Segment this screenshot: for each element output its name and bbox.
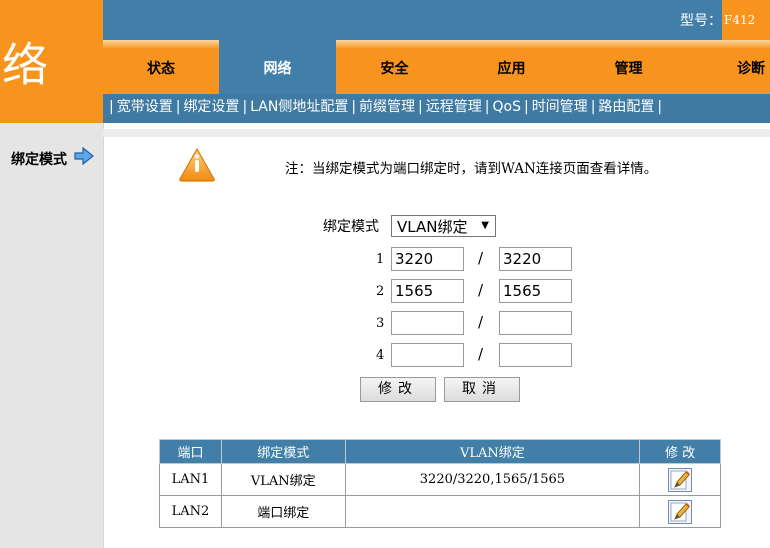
subnav-separator: | — [484, 99, 490, 115]
sidebar: 绑定模式 — [0, 123, 103, 548]
tab-network[interactable]: 网络 — [219, 40, 336, 94]
table-row: LAN2 端口绑定 — [159, 495, 721, 528]
sidebar-label: 绑定模式 — [11, 152, 67, 168]
column-header-vlan: VLAN绑定 — [344, 439, 641, 464]
warning-icon — [179, 148, 215, 182]
subnav-separator: | — [175, 99, 181, 115]
row-number: 2 — [376, 284, 385, 299]
subnav-item-remote[interactable]: 远程管理 — [426, 99, 482, 115]
subnav-item-qos[interactable]: QoS — [492, 99, 520, 115]
row-number: 1 — [376, 252, 385, 267]
cell-edit — [639, 495, 721, 528]
row-number: 3 — [376, 316, 385, 331]
subnav-separator: | — [109, 99, 114, 115]
vlan-separator: / — [478, 345, 484, 363]
vlan-separator: / — [478, 249, 484, 267]
vlan-input-1-right[interactable] — [499, 247, 572, 271]
cell-vlan: 3220/3220,1565/1565 — [344, 463, 641, 496]
vlan-input-3-right[interactable] — [499, 311, 572, 335]
subnav-separator: | — [590, 99, 596, 115]
binding-mode-label: 绑定模式 — [323, 219, 379, 235]
subnav-separator: | — [523, 99, 529, 115]
content-divider — [103, 129, 770, 137]
vlan-input-2-left[interactable] — [391, 279, 464, 303]
cell-port: LAN2 — [159, 495, 222, 528]
tab-diagnostics[interactable]: 诊断 — [687, 40, 770, 94]
subnav-item-lan-address[interactable]: LAN侧地址配置 — [250, 99, 348, 115]
vlan-separator: / — [478, 281, 484, 299]
subnav-separator: | — [418, 99, 423, 115]
cell-edit — [639, 463, 721, 496]
sub-nav: | 宽带设置 | 绑定设置 | LAN侧地址配置 | 前缀管理 | 远程管理 | QoS | 时间管理 | 路… — [103, 94, 770, 123]
tab-status[interactable]: 状态 — [103, 40, 219, 94]
subnav-item-binding[interactable]: 绑定设置 — [183, 99, 239, 115]
subnav-item-broadband[interactable]: 宽带设置 — [117, 99, 173, 115]
tab-security[interactable]: 安全 — [336, 40, 453, 94]
subnav-item-routing[interactable]: 路由配置 — [598, 99, 654, 115]
row-number: 4 — [376, 348, 385, 363]
vlan-input-1-left[interactable] — [391, 247, 464, 271]
vlan-input-4-right[interactable] — [499, 343, 572, 367]
edit-icon[interactable] — [668, 499, 693, 524]
top-bar: 型号： F412 — [103, 0, 770, 40]
table-row: LAN1 VLAN绑定 3220/3220,1565/1565 — [159, 463, 721, 496]
binding-mode-value: VLAN绑定 — [397, 218, 468, 236]
cell-mode: 端口绑定 — [220, 495, 346, 528]
cell-port: LAN1 — [159, 463, 222, 496]
subnav-separator: | — [242, 99, 248, 115]
model-value: F412 — [722, 0, 770, 40]
chevron-down-icon: ▼ — [481, 220, 489, 231]
binding-mode-select[interactable]: VLAN绑定 ▼ — [391, 215, 496, 237]
subnav-separator: | — [657, 99, 663, 115]
column-header-edit: 修 改 — [639, 439, 721, 464]
vlan-input-4-left[interactable] — [391, 343, 464, 367]
cancel-button[interactable]: 取消 — [444, 377, 520, 402]
subnav-separator: | — [351, 99, 357, 115]
binding-table: 端口 绑定模式 VLAN绑定 修 改 LAN1 VLAN绑定 3220/3220… — [159, 439, 721, 528]
logo-text: 络 — [2, 38, 48, 92]
table-header-row: 端口 绑定模式 VLAN绑定 修 改 — [159, 439, 721, 464]
tab-application[interactable]: 应用 — [453, 40, 570, 94]
main-nav: 状态 网络 安全 应用 管理 诊断 — [103, 40, 770, 94]
notice-text: 注：当绑定模式为端口绑定时，请到WAN连接页面查看详情。 — [285, 161, 658, 177]
column-header-port: 端口 — [159, 439, 222, 464]
vlan-separator: / — [478, 313, 484, 331]
modify-button[interactable]: 修改 — [360, 377, 436, 402]
model-label: 型号： — [680, 13, 722, 29]
edit-icon[interactable] — [668, 467, 693, 492]
column-header-mode: 绑定模式 — [220, 439, 346, 464]
vlan-input-3-left[interactable] — [391, 311, 464, 335]
logo: 络 — [0, 0, 103, 123]
subnav-item-prefix[interactable]: 前缀管理 — [359, 99, 415, 115]
subnav-item-time[interactable]: 时间管理 — [532, 99, 588, 115]
tab-management[interactable]: 管理 — [570, 40, 687, 94]
cell-mode: VLAN绑定 — [220, 463, 346, 496]
cell-vlan — [344, 495, 641, 528]
vlan-input-2-right[interactable] — [499, 279, 572, 303]
arrow-right-icon — [74, 147, 94, 165]
